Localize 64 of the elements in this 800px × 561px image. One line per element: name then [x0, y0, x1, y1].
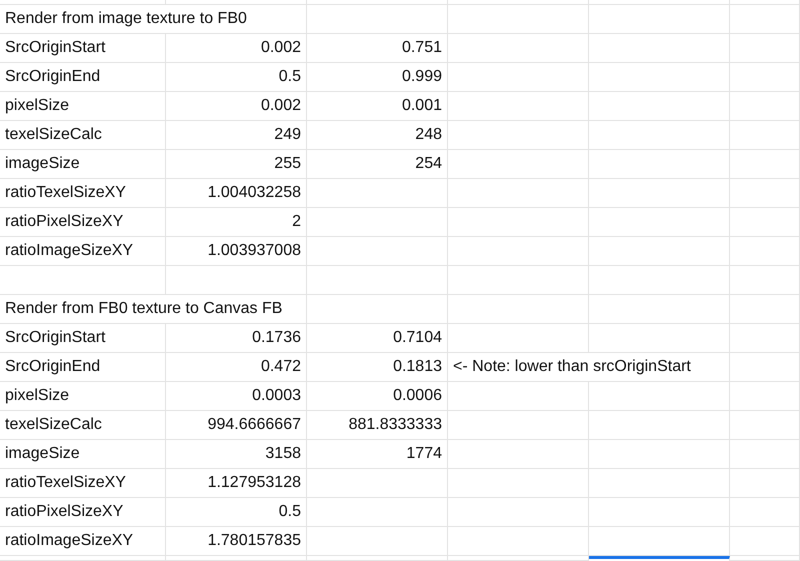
empty-cell — [730, 411, 800, 440]
table-cell: texelSizeCalc — [0, 121, 166, 150]
table-cell: 2 — [166, 208, 307, 237]
empty-cell — [730, 179, 800, 208]
empty-cell — [730, 34, 800, 63]
table-cell: 0.002 — [166, 92, 307, 121]
table-cell: 994.6666667 — [166, 411, 307, 440]
table-cell: 254 — [307, 150, 448, 179]
section-heading: Render from image texture to FB0 — [0, 5, 307, 34]
empty-cell — [730, 266, 800, 295]
table-cell: imageSize — [0, 440, 166, 469]
table-cell: 1.780157835 — [166, 527, 307, 556]
table-cell: 0.1813 — [307, 353, 448, 382]
table-cell: ratioTexelSizeXY — [0, 469, 166, 498]
table-cell: ratioPixelSizeXY — [0, 208, 166, 237]
table-cell: ratioPixelSizeXY — [0, 498, 166, 527]
table-cell: ratioImageSizeXY — [0, 527, 166, 556]
table-cell: 249 — [166, 121, 307, 150]
table-cell: 248 — [307, 121, 448, 150]
table-cell: 0.751 — [307, 34, 448, 63]
empty-cell — [730, 237, 800, 266]
table-cell: 0.1736 — [166, 324, 307, 353]
empty-cell — [730, 324, 800, 353]
empty-cell — [730, 527, 800, 556]
table-cell: ratioTexelSizeXY — [0, 179, 166, 208]
table-cell: SrcOriginStart — [0, 324, 166, 353]
empty-cell — [730, 121, 800, 150]
empty-cell — [730, 5, 800, 34]
note-text: <- Note: lower than srcOriginStart — [448, 353, 730, 382]
table-cell: 1.003937008 — [166, 237, 307, 266]
empty-cell — [730, 63, 800, 92]
table-cell: 0.7104 — [307, 324, 448, 353]
table-cell: 255 — [166, 150, 307, 179]
table-cell: SrcOriginEnd — [0, 63, 166, 92]
empty-cell — [730, 469, 800, 498]
empty-cell — [730, 208, 800, 237]
table-cell: 0.5 — [166, 498, 307, 527]
table-cell: pixelSize — [0, 382, 166, 411]
table-cell: SrcOriginEnd — [0, 353, 166, 382]
table-cell: 0.001 — [307, 92, 448, 121]
table-cell: 1774 — [307, 440, 448, 469]
table-cell: 0.5 — [166, 63, 307, 92]
empty-cell — [730, 440, 800, 469]
empty-cell — [730, 295, 800, 324]
table-cell: 0.472 — [166, 353, 307, 382]
table-cell: 881.8333333 — [307, 411, 448, 440]
empty-cell — [730, 382, 800, 411]
table-cell: pixelSize — [0, 92, 166, 121]
table-cell: 1.004032258 — [166, 179, 307, 208]
table-cell: 3158 — [166, 440, 307, 469]
table-cell: texelSizeCalc — [0, 411, 166, 440]
table-cell: imageSize — [0, 150, 166, 179]
empty-cell — [730, 92, 800, 121]
table-cell: 0.0006 — [307, 382, 448, 411]
table-cell: 0.999 — [307, 63, 448, 92]
empty-cell — [730, 498, 800, 527]
section-heading: Render from FB0 texture to Canvas FB — [0, 295, 307, 324]
table-cell: 0.0003 — [166, 382, 307, 411]
table-cell: SrcOriginStart — [0, 34, 166, 63]
table-cell: ratioImageSizeXY — [0, 237, 166, 266]
empty-cell — [730, 353, 800, 382]
table-cell: 1.127953128 — [166, 469, 307, 498]
empty-cell — [730, 150, 800, 179]
table-cell: 0.002 — [166, 34, 307, 63]
